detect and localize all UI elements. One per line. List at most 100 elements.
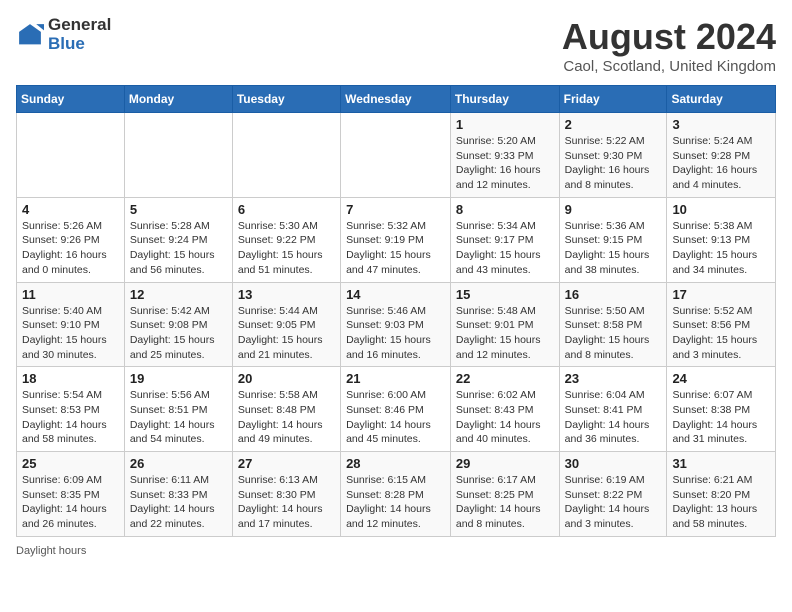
calendar-cell: 31 Sunrise: 6:21 AM Sunset: 8:20 PM Dayli… (667, 452, 776, 537)
day-number: 27 (238, 456, 335, 471)
day-header-tuesday: Tuesday (232, 86, 340, 113)
day-number: 6 (238, 202, 335, 217)
day-info: Sunrise: 6:04 AM Sunset: 8:41 PM Dayligh… (565, 388, 662, 447)
day-info: Sunrise: 6:09 AM Sunset: 8:35 PM Dayligh… (22, 473, 119, 532)
day-number: 30 (565, 456, 662, 471)
calendar-cell: 12 Sunrise: 5:42 AM Sunset: 9:08 PM Dayli… (124, 282, 232, 367)
calendar-body: 1Sunrise: 5:20 AM Sunset: 9:33 PM Daylig… (17, 113, 776, 537)
day-number: 29 (456, 456, 554, 471)
day-number: 24 (672, 371, 770, 386)
calendar-cell: 25Sunrise: 6:09 AM Sunset: 8:35 PM Dayli… (17, 452, 125, 537)
day-header-monday: Monday (124, 86, 232, 113)
day-header-friday: Friday (559, 86, 667, 113)
calendar-cell: 23 Sunrise: 6:04 AM Sunset: 8:41 PM Dayli… (559, 367, 667, 452)
calendar-cell: 3 Sunrise: 5:24 AM Sunset: 9:28 PM Daylig… (667, 113, 776, 198)
day-info: Sunrise: 5:50 AM Sunset: 8:58 PM Dayligh… (565, 304, 662, 363)
day-info: Sunrise: 6:19 AM Sunset: 8:22 PM Dayligh… (565, 473, 662, 532)
day-number: 20 (238, 371, 335, 386)
calendar-cell: 5Sunrise: 5:28 AM Sunset: 9:24 PM Daylig… (124, 197, 232, 282)
calendar-cell: 21 Sunrise: 6:00 AM Sunset: 8:46 PM Dayli… (341, 367, 451, 452)
logo-text: General Blue (48, 16, 111, 53)
day-header-thursday: Thursday (450, 86, 559, 113)
day-info: Sunrise: 5:32 AM Sunset: 9:19 PM Dayligh… (346, 219, 445, 278)
calendar-cell: 10Sunrise: 5:38 AM Sunset: 9:13 PM Dayli… (667, 197, 776, 282)
calendar-cell: 11Sunrise: 5:40 AM Sunset: 9:10 PM Dayli… (17, 282, 125, 367)
calendar-cell (232, 113, 340, 198)
day-info: Sunrise: 5:40 AM Sunset: 9:10 PM Dayligh… (22, 304, 119, 363)
day-info: Sunrise: 5:48 AM Sunset: 9:01 PM Dayligh… (456, 304, 554, 363)
day-number: 26 (130, 456, 227, 471)
calendar-cell: 13 Sunrise: 5:44 AM Sunset: 9:05 PM Dayli… (232, 282, 340, 367)
day-info: Sunrise: 6:00 AM Sunset: 8:46 PM Dayligh… (346, 388, 445, 447)
day-info: Sunrise: 6:13 AM Sunset: 8:30 PM Dayligh… (238, 473, 335, 532)
day-number: 21 (346, 371, 445, 386)
day-info: Sunrise: 6:17 AM Sunset: 8:25 PM Dayligh… (456, 473, 554, 532)
day-info: Sunrise: 5:52 AM Sunset: 8:56 PM Dayligh… (672, 304, 770, 363)
calendar-week-1: 1Sunrise: 5:20 AM Sunset: 9:33 PM Daylig… (17, 113, 776, 198)
footer-note: Daylight hours (16, 545, 776, 557)
day-number: 12 (130, 287, 227, 302)
day-info: Sunrise: 5:54 AM Sunset: 8:53 PM Dayligh… (22, 388, 119, 447)
calendar-cell: 19Sunrise: 5:56 AM Sunset: 8:51 PM Dayli… (124, 367, 232, 452)
calendar-week-4: 18 Sunrise: 5:54 AM Sunset: 8:53 PM Dayli… (17, 367, 776, 452)
day-info: Sunrise: 5:58 AM Sunset: 8:48 PM Dayligh… (238, 388, 335, 447)
day-number: 17 (672, 287, 770, 302)
day-info: Sunrise: 6:15 AM Sunset: 8:28 PM Dayligh… (346, 473, 445, 532)
calendar-cell (124, 113, 232, 198)
day-number: 4 (22, 202, 119, 217)
calendar-header-row: SundayMondayTuesdayWednesdayThursdayFrid… (17, 86, 776, 113)
calendar-cell: 1Sunrise: 5:20 AM Sunset: 9:33 PM Daylig… (450, 113, 559, 198)
calendar-cell: 6 Sunrise: 5:30 AM Sunset: 9:22 PM Daylig… (232, 197, 340, 282)
day-number: 31 (672, 456, 770, 471)
day-number: 2 (565, 117, 662, 132)
title-area: August 2024 Caol, Scotland, United Kingd… (562, 16, 776, 75)
calendar-cell: 24Sunrise: 6:07 AM Sunset: 8:38 PM Dayli… (667, 367, 776, 452)
day-number: 7 (346, 202, 445, 217)
day-header-saturday: Saturday (667, 86, 776, 113)
day-info: Sunrise: 5:42 AM Sunset: 9:08 PM Dayligh… (130, 304, 227, 363)
day-info: Sunrise: 5:24 AM Sunset: 9:28 PM Dayligh… (672, 134, 770, 193)
header: General Blue August 2024 Caol, Scotland,… (16, 16, 776, 75)
calendar-cell: 9 Sunrise: 5:36 AM Sunset: 9:15 PM Daylig… (559, 197, 667, 282)
calendar-cell: 28Sunrise: 6:15 AM Sunset: 8:28 PM Dayli… (341, 452, 451, 537)
day-number: 18 (22, 371, 119, 386)
calendar-cell: 20 Sunrise: 5:58 AM Sunset: 8:48 PM Dayli… (232, 367, 340, 452)
logo: General Blue (16, 16, 111, 53)
calendar-cell: 4 Sunrise: 5:26 AM Sunset: 9:26 PM Daylig… (17, 197, 125, 282)
calendar-cell: 14Sunrise: 5:46 AM Sunset: 9:03 PM Dayli… (341, 282, 451, 367)
day-info: Sunrise: 6:21 AM Sunset: 8:20 PM Dayligh… (672, 473, 770, 532)
day-info: Sunrise: 5:26 AM Sunset: 9:26 PM Dayligh… (22, 219, 119, 278)
day-info: Sunrise: 5:22 AM Sunset: 9:30 PM Dayligh… (565, 134, 662, 193)
day-number: 15 (456, 287, 554, 302)
day-number: 3 (672, 117, 770, 132)
logo-blue-text: Blue (48, 35, 111, 54)
calendar-week-5: 25Sunrise: 6:09 AM Sunset: 8:35 PM Dayli… (17, 452, 776, 537)
day-number: 13 (238, 287, 335, 302)
day-info: Sunrise: 5:30 AM Sunset: 9:22 PM Dayligh… (238, 219, 335, 278)
calendar-cell: 18 Sunrise: 5:54 AM Sunset: 8:53 PM Dayli… (17, 367, 125, 452)
calendar-cell: 26Sunrise: 6:11 AM Sunset: 8:33 PM Dayli… (124, 452, 232, 537)
calendar-title: August 2024 (562, 16, 776, 58)
day-number: 1 (456, 117, 554, 132)
calendar-cell: 2 Sunrise: 5:22 AM Sunset: 9:30 PM Daylig… (559, 113, 667, 198)
day-number: 5 (130, 202, 227, 217)
calendar-cell: 27 Sunrise: 6:13 AM Sunset: 8:30 PM Dayli… (232, 452, 340, 537)
calendar-cell (17, 113, 125, 198)
day-info: Sunrise: 5:46 AM Sunset: 9:03 PM Dayligh… (346, 304, 445, 363)
day-number: 8 (456, 202, 554, 217)
day-header-sunday: Sunday (17, 86, 125, 113)
day-number: 23 (565, 371, 662, 386)
calendar-cell (341, 113, 451, 198)
day-info: Sunrise: 6:02 AM Sunset: 8:43 PM Dayligh… (456, 388, 554, 447)
day-info: Sunrise: 5:36 AM Sunset: 9:15 PM Dayligh… (565, 219, 662, 278)
calendar-cell: 16Sunrise: 5:50 AM Sunset: 8:58 PM Dayli… (559, 282, 667, 367)
calendar-cell: 22 Sunrise: 6:02 AM Sunset: 8:43 PM Dayli… (450, 367, 559, 452)
day-info: Sunrise: 5:44 AM Sunset: 9:05 PM Dayligh… (238, 304, 335, 363)
day-number: 22 (456, 371, 554, 386)
calendar-week-3: 11Sunrise: 5:40 AM Sunset: 9:10 PM Dayli… (17, 282, 776, 367)
calendar-cell: 29 Sunrise: 6:17 AM Sunset: 8:25 PM Dayli… (450, 452, 559, 537)
day-number: 9 (565, 202, 662, 217)
day-number: 19 (130, 371, 227, 386)
calendar-cell: 7 Sunrise: 5:32 AM Sunset: 9:19 PM Daylig… (341, 197, 451, 282)
calendar-cell: 15 Sunrise: 5:48 AM Sunset: 9:01 PM Dayli… (450, 282, 559, 367)
